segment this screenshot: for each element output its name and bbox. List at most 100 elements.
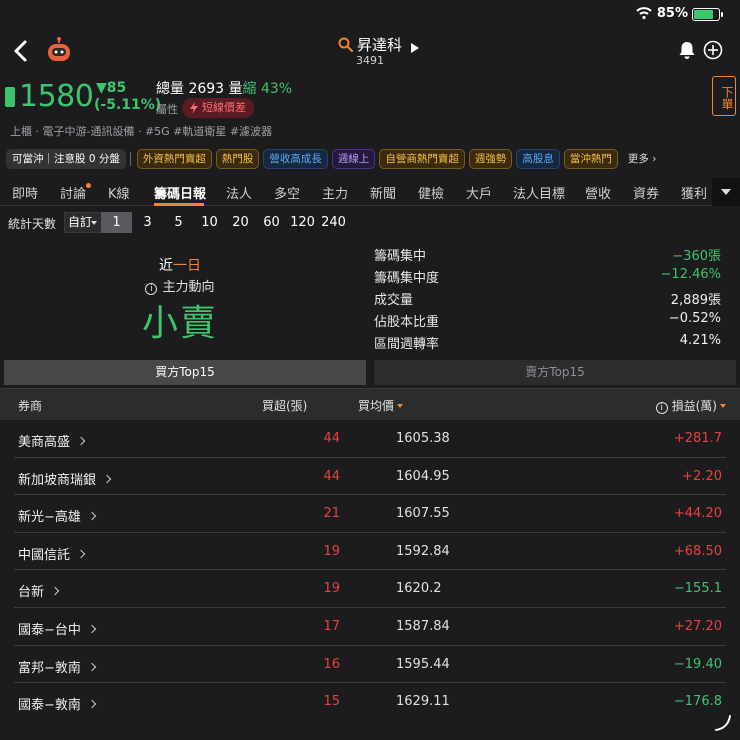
play-icon[interactable] (410, 42, 420, 54)
chevron-right-icon (87, 511, 97, 521)
broker-name[interactable]: 國泰−敦南 (18, 694, 97, 713)
tab-item[interactable]: 資券 (633, 183, 659, 202)
main-force-heading[interactable]: i 主力動向 (100, 276, 260, 295)
table-row[interactable]: 富邦−敦南 16 1595.44 −19.40 (0, 646, 740, 684)
tab-item[interactable]: 討論 (60, 183, 86, 202)
tab-item[interactable]: 新聞 (370, 183, 396, 202)
net-buy-qty: 19 (323, 581, 340, 597)
tab-item[interactable]: 即時 (12, 183, 38, 202)
stat-label: 區間週轉率 (374, 337, 440, 352)
avg-buy-price: 1604.95 (396, 468, 450, 484)
period-label: 統計天數 (8, 217, 57, 231)
table-row[interactable]: 新加坡商瑞銀 44 1604.95 +2.20 (0, 458, 740, 496)
period-option[interactable]: 1 (101, 212, 132, 233)
table-row[interactable]: 中國信託 19 1592.84 +68.50 (0, 533, 740, 571)
sort-down-icon (397, 404, 404, 408)
tab-item[interactable]: 獲利 (681, 183, 707, 202)
unread-dot (86, 183, 91, 188)
tab-item[interactable]: K線 (108, 183, 130, 202)
stock-title[interactable]: 昇達科 (0, 34, 740, 55)
attribute-tag[interactable]: 短線價差 (182, 98, 254, 118)
tab-sell-top15[interactable]: 賣方Top15 (374, 360, 736, 385)
order-button[interactable]: 下單 (712, 76, 736, 116)
profit-loss: −176.8 (673, 694, 722, 710)
tag-chip[interactable]: 自營商熱門賣超 (379, 149, 465, 169)
net-buy-qty: 21 (323, 506, 340, 522)
tag-chip[interactable]: 營收高成長 (263, 149, 328, 169)
broker-name[interactable]: 台新 (18, 581, 60, 600)
tag-chip[interactable]: 熱門股 (215, 149, 260, 169)
tag-chip[interactable]: 週線上 (331, 149, 376, 169)
column-pnl[interactable]: i 損益(萬) (655, 397, 726, 414)
tab-item[interactable]: 法人 (226, 183, 252, 202)
chevron-right-icon (87, 662, 97, 671)
broker-name[interactable]: 新加坡商瑞銀 (18, 469, 112, 488)
tab-item[interactable]: 營收 (585, 183, 611, 202)
attribute-label: 屬性 (156, 103, 178, 116)
recent-period: 近一日 (159, 258, 201, 274)
net-buy-qty: 19 (323, 543, 340, 559)
tab-item[interactable]: 多空 (274, 183, 300, 202)
search-icon[interactable] (338, 37, 353, 52)
broker-name[interactable]: 國泰−台中 (18, 619, 97, 638)
column-net-buy[interactable]: 買超(張) (262, 397, 307, 414)
period-option[interactable]: 60 (256, 212, 287, 233)
profit-loss: −155.1 (673, 581, 722, 597)
tag-chip[interactable]: 可當沖｜注意股 0 分盤 (6, 149, 126, 169)
avg-buy-price: 1587.84 (396, 618, 450, 634)
tab-bar: 即時 討論 K線 籌碼日報 法人 多空 主力 新聞 健檢 大戶 法人目標 營收 資券 獲利 (0, 178, 740, 206)
tab-item[interactable]: 籌碼日報 (154, 183, 206, 202)
tag-chip[interactable]: 週強勢 (468, 149, 513, 169)
stat-label: 佔股本比重 (374, 315, 440, 330)
period-option[interactable]: 3 (132, 212, 163, 233)
sort-down-icon (720, 404, 726, 408)
period-option[interactable]: 20 (225, 212, 256, 233)
tag-chip[interactable]: 當沖熱門 (563, 149, 618, 169)
stat-label: 籌碼集中度 (374, 271, 440, 286)
feature-chips: 可當沖｜注意股 0 分盤 外資熱門賣超 熱門股 營收高成長 週線上 自營商熱門賣超 週強勢高… (6, 149, 666, 171)
tab-item[interactable]: 主力 (322, 183, 348, 202)
table-row[interactable]: 台新 19 1620.2 −155.1 (0, 570, 740, 608)
info-icon[interactable]: i (655, 402, 668, 414)
broker-name[interactable]: 中國信託 (18, 544, 86, 563)
stat-value: −0.52% (668, 311, 721, 326)
period-option[interactable]: 240 (318, 212, 349, 233)
net-buy-qty: 16 (323, 656, 340, 672)
table-row[interactable]: 新光−高雄 21 1607.55 +44.20 (0, 495, 740, 533)
profit-loss: −19.40 (673, 656, 722, 672)
broker-label: 富邦−敦南 (18, 660, 81, 676)
period-option[interactable]: 120 (287, 212, 318, 233)
broker-name[interactable]: 新光−高雄 (18, 506, 97, 525)
stat-value: −360張 (672, 249, 721, 264)
column-avg-price[interactable]: 買均價 (358, 397, 404, 414)
tab-menu-button[interactable] (712, 178, 740, 206)
stat-label: 成交量 (374, 293, 414, 308)
broker-name[interactable]: 富邦−敦南 (18, 657, 97, 676)
period-option[interactable]: 5 (163, 212, 194, 233)
tag-chip[interactable]: 外資熱門賣超 (136, 149, 212, 169)
table-row[interactable]: 美商高盛 44 1605.38 +281.7 (0, 420, 740, 458)
tab-item[interactable]: 大戶 (466, 183, 492, 202)
status-bar: 85% (0, 0, 740, 28)
divider (129, 152, 131, 166)
industry-tags: 上櫃 · 電子中游-通訊設備 · #5G #軌道衛星 #濾波器 (10, 125, 273, 138)
tab-item[interactable]: 健檢 (418, 183, 444, 202)
price-change: ▼85 (96, 80, 127, 96)
tag-chip[interactable]: 更多 › (622, 149, 663, 169)
broker-name[interactable]: 美商高盛 (18, 431, 86, 450)
tag-chip[interactable]: 高股息 (516, 149, 560, 169)
bell-icon[interactable] (678, 41, 696, 60)
volume-text: 總量 2693 量 (156, 81, 243, 97)
avg-buy-price: 1629.11 (396, 694, 450, 710)
add-icon[interactable] (703, 40, 723, 60)
net-buy-qty: 17 (323, 618, 340, 634)
tab-item[interactable]: 法人目標 (513, 183, 565, 202)
table-row[interactable]: 國泰−敦南 15 1629.11 −176.8 (0, 683, 740, 721)
net-buy-qty: 44 (323, 431, 340, 446)
avg-buy-price: 1620.2 (396, 581, 442, 597)
resize-handle-icon (715, 715, 731, 731)
table-row[interactable]: 國泰−台中 17 1587.84 +27.20 (0, 608, 740, 646)
period-option[interactable]: 10 (194, 212, 225, 233)
custom-period-dropdown[interactable]: 自訂 (64, 212, 102, 233)
tab-buy-top15[interactable]: 買方Top15 (4, 360, 366, 385)
